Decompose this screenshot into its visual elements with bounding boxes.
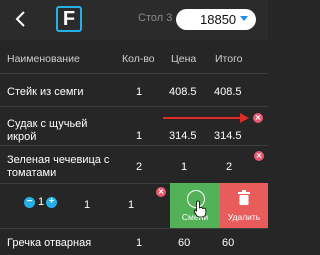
- table-row[interactable]: Судак с щучьей икрой 1 314.5 314.5: [0, 106, 268, 145]
- row-item-name: Гречка отварная: [7, 237, 92, 249]
- order-sum-value: 18850: [200, 12, 237, 27]
- remove-badge-icon[interactable]: [253, 113, 263, 123]
- row-item-total: 1: [128, 199, 135, 211]
- increment-button[interactable]: +: [46, 197, 57, 208]
- row-item-name-line2: икрой: [7, 131, 37, 143]
- row-item-qty: 1: [136, 86, 143, 98]
- column-total-header: Итого: [215, 53, 243, 65]
- annotation-arrow-head-icon: [240, 113, 249, 123]
- decrement-button[interactable]: −: [24, 197, 35, 208]
- back-arrow-icon[interactable]: [10, 8, 32, 30]
- table-header: Наименование Кол-во Цена Итого: [0, 47, 268, 69]
- trash-icon: [238, 190, 250, 205]
- row-item-qty: 1: [136, 130, 143, 142]
- column-qty-header: Кол-во: [122, 53, 155, 65]
- row-item-total: 314.5: [214, 130, 242, 142]
- column-price-header: Цена: [171, 53, 197, 65]
- row-item-total: 2: [226, 161, 233, 173]
- delete-button-label: Удалить: [227, 212, 261, 222]
- delete-button[interactable]: Удалить: [220, 183, 268, 228]
- row-item-price: 408.5: [169, 86, 197, 98]
- table-row[interactable]: Зеленая чечевица с томатами 2 1 2: [0, 145, 268, 183]
- table-label: Стол 3: [138, 12, 173, 24]
- row-item-total: 60: [222, 237, 235, 249]
- order-sum-dropdown[interactable]: 18850: [176, 9, 256, 30]
- annotation-arrow-line: [163, 117, 241, 119]
- top-bar: F Стол 3 18850: [0, 0, 268, 40]
- row-item-qty: 2: [136, 161, 143, 173]
- remove-badge-icon[interactable]: [156, 187, 166, 197]
- row-item-price: 1: [181, 161, 188, 173]
- row-item-total: 408.5: [214, 86, 242, 98]
- row-item-qty: 1: [136, 237, 143, 249]
- remove-badge-icon[interactable]: [254, 151, 264, 161]
- table-row[interactable]: Гречка отварная 1 60 60: [0, 228, 268, 255]
- row-item-price: 1: [84, 199, 91, 211]
- row-item-price: 314.5: [169, 130, 197, 142]
- table-row[interactable]: Стейк из семги 1 408.5 408.5: [0, 73, 268, 106]
- row-item-price: 60: [178, 237, 191, 249]
- row-item-name-line2: томатами: [7, 167, 57, 179]
- stepper-value: 1: [38, 196, 45, 208]
- app-logo: F: [56, 6, 82, 32]
- hand-cursor-icon: [193, 200, 207, 218]
- row-item-name: Стейк из семги: [7, 86, 84, 98]
- row-item-name-line1: Зеленая чечевица с: [7, 154, 110, 166]
- chevron-down-icon: [240, 16, 248, 21]
- column-name-header: Наименование: [7, 53, 80, 65]
- app-logo-letter: F: [62, 8, 76, 30]
- row-item-name-line1: Судак с щучьей: [7, 118, 88, 130]
